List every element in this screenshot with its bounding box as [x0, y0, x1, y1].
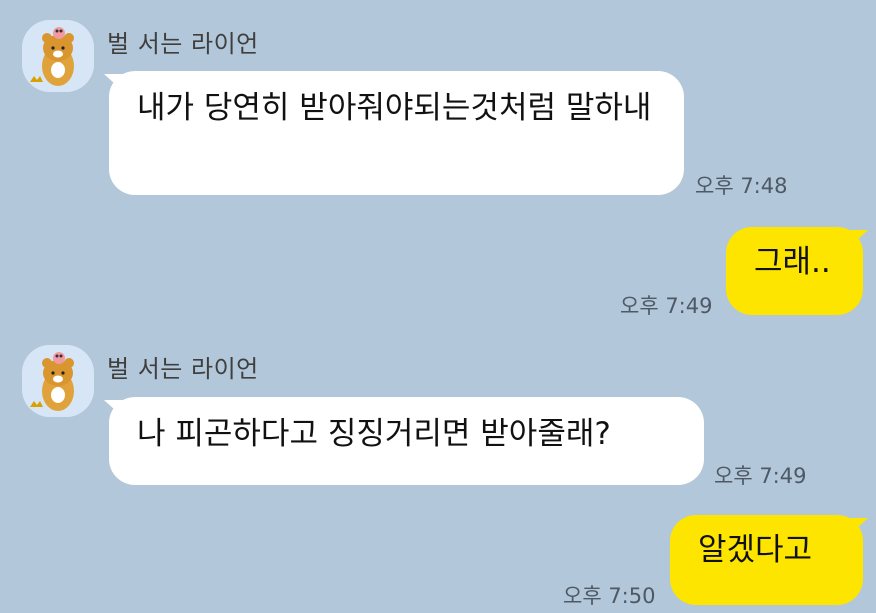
message-timestamp: 오후 7:49 [714, 464, 807, 488]
incoming-message-bubble[interactable]: 내가 당연히 받아줘야되는것처럼 말하내 [109, 71, 684, 195]
message-text: 그래.. [754, 244, 831, 280]
ryan-character-icon [22, 345, 94, 417]
sender-avatar[interactable] [22, 345, 94, 417]
message-text: 알겠다고 [698, 532, 813, 568]
sender-avatar[interactable] [22, 20, 94, 92]
message-timestamp: 오후 7:48 [695, 174, 788, 198]
message-text: 내가 당연히 받아줘야되는것처럼 말하내 [137, 90, 652, 126]
sender-name: 벌 서는 라이언 [107, 30, 259, 58]
message-timestamp: 오후 7:50 [563, 584, 656, 608]
ryan-character-icon [22, 20, 94, 92]
sender-name: 벌 서는 라이언 [107, 355, 259, 383]
message-timestamp: 오후 7:49 [620, 294, 713, 318]
incoming-message-bubble[interactable]: 나 피곤하다고 징징거리면 받아줄래? [109, 397, 704, 485]
outgoing-message-bubble[interactable]: 알겠다고 [670, 515, 863, 605]
message-text: 나 피곤하다고 징징거리면 받아줄래? [137, 416, 611, 452]
outgoing-message-bubble[interactable]: 그래.. [726, 227, 863, 315]
